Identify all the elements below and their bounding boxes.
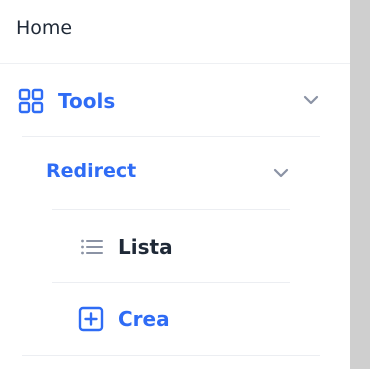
divider	[22, 355, 320, 356]
grid-icon	[18, 88, 44, 114]
chevron-down-icon[interactable]	[303, 95, 319, 105]
sidebar-item-tools[interactable]: Tools	[18, 84, 324, 118]
sidebar-item-redirect[interactable]: Redirect	[46, 160, 136, 182]
plus-square-icon	[78, 306, 104, 332]
app-frame: Home Tools Redirect Lista Crea	[0, 0, 370, 369]
divider	[0, 63, 350, 64]
list-icon	[81, 239, 103, 255]
divider	[22, 136, 320, 137]
sidebar-item-lista[interactable]: Lista	[80, 234, 173, 260]
sidebar-item-label: Crea	[118, 307, 170, 331]
sidebar-item-label: Lista	[118, 235, 173, 259]
sidebar: Home Tools Redirect Lista Crea	[0, 0, 350, 369]
sidebar-item-home[interactable]: Home	[16, 14, 72, 42]
scrollbar[interactable]	[350, 0, 370, 369]
sidebar-item-label: Tools	[58, 89, 116, 113]
divider	[52, 209, 290, 210]
sidebar-item-crea[interactable]: Crea	[78, 306, 170, 332]
divider	[52, 282, 290, 283]
chevron-down-icon[interactable]	[273, 168, 289, 178]
